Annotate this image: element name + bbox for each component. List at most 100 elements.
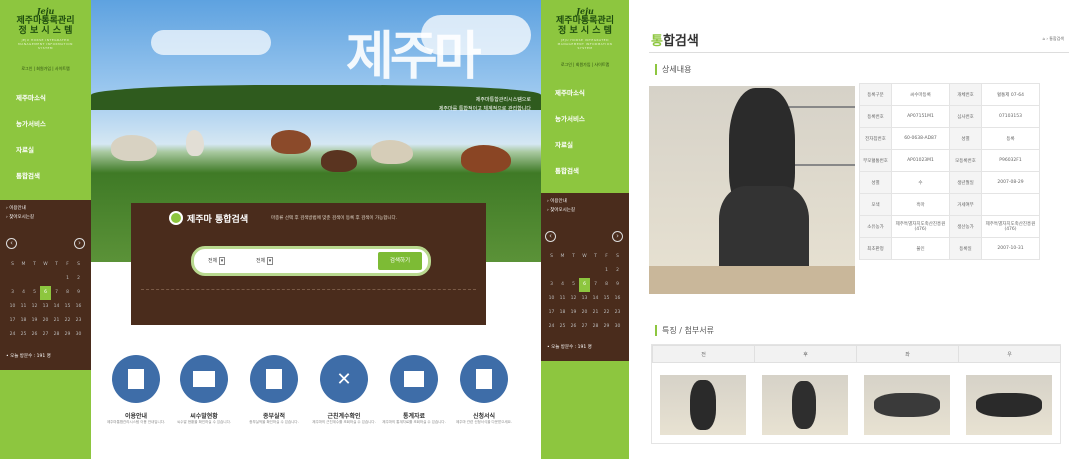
horse-photo-left[interactable] <box>864 375 950 435</box>
calendar-day[interactable]: 11 <box>557 292 568 306</box>
sitemap-link[interactable]: 사이트맵 <box>594 62 609 67</box>
notice-item-directions[interactable]: › 찾아오시는길 <box>541 206 629 215</box>
menu-integrated-search[interactable]: 통합검색 <box>8 163 86 189</box>
calendar-day[interactable]: 16 <box>612 292 623 306</box>
calendar-day[interactable]: 10 <box>546 292 557 306</box>
calendar-day[interactable]: 13 <box>579 292 590 306</box>
menu-farm-service[interactable]: 농가서비스 <box>547 106 625 132</box>
horse-photo-back[interactable] <box>762 375 848 435</box>
calendar-day[interactable]: 16 <box>73 300 84 314</box>
calendar-day[interactable]: 5 <box>568 278 579 292</box>
calendar-day[interactable]: 3 <box>7 286 18 300</box>
menu-jeju-news[interactable]: 제주마소식 <box>8 85 86 111</box>
calendar-day[interactable]: 1 <box>62 272 73 286</box>
calendar-day[interactable]: 12 <box>29 300 40 314</box>
logo[interactable]: Jeju 제주마통록관리 정 보 시 스 템 JEJU HORSE INTEGR… <box>541 6 629 50</box>
calendar-day[interactable]: 30 <box>612 320 623 334</box>
calendar-day[interactable]: 21 <box>590 306 601 320</box>
calendar-day[interactable]: 4 <box>18 286 29 300</box>
calendar-day[interactable]: 14 <box>590 292 601 306</box>
service-inbreeding-check[interactable]: ✕ 근친계수확인 제주마의 근친계수를 조회하실 수 있습니다. <box>312 355 376 425</box>
search-type-select[interactable]: 전체 ▾ <box>256 257 274 265</box>
calendar-day[interactable]: 1 <box>601 264 612 278</box>
calendar-day[interactable]: 21 <box>51 314 62 328</box>
calendar-day[interactable]: 26 <box>568 320 579 334</box>
service-guide[interactable]: 이용안내 제주마통합관리시스템 이용 안내입니다. <box>104 355 168 425</box>
service-breeding-record[interactable]: 종부실적 종부실적을 확인하실 수 있습니다. <box>242 355 306 425</box>
calendar-day[interactable]: 23 <box>73 314 84 328</box>
calendar-day[interactable]: 17 <box>546 306 557 320</box>
calendar-day[interactable]: 7 <box>51 286 62 300</box>
calendar-day[interactable]: 4 <box>557 278 568 292</box>
calendar-day[interactable]: 6 <box>579 278 590 292</box>
login-link[interactable]: 로그인 <box>21 66 32 71</box>
calendar-day[interactable]: 30 <box>73 328 84 342</box>
calendar-next-button[interactable]: › <box>612 231 623 242</box>
calendar-day[interactable]: 18 <box>557 306 568 320</box>
calendar-day[interactable]: 29 <box>601 320 612 334</box>
calendar-day[interactable]: 10 <box>7 300 18 314</box>
search-input[interactable] <box>304 255 374 267</box>
notice-item-guide[interactable]: › 이용안내 <box>0 204 91 213</box>
calendar-day[interactable]: 24 <box>546 320 557 334</box>
calendar-day[interactable]: 3 <box>546 278 557 292</box>
calendar-day[interactable]: 28 <box>51 328 62 342</box>
calendar-day[interactable]: 8 <box>62 286 73 300</box>
breadcrumb-current[interactable]: 통합검색 <box>1049 36 1064 41</box>
calendar-day[interactable]: 9 <box>612 278 623 292</box>
join-link[interactable]: 회원가입 <box>576 62 591 67</box>
sitemap-link[interactable]: 사이트맵 <box>55 66 70 71</box>
calendar-day[interactable]: 25 <box>557 320 568 334</box>
calendar-day[interactable]: 6 <box>40 286 51 300</box>
calendar-day[interactable]: 24 <box>7 328 18 342</box>
calendar-day[interactable]: 28 <box>590 320 601 334</box>
calendar-day[interactable]: 2 <box>612 264 623 278</box>
calendar-day[interactable]: 20 <box>579 306 590 320</box>
search-category-select[interactable]: 전체 ▾ <box>208 257 226 265</box>
calendar-prev-button[interactable]: ‹ <box>545 231 556 242</box>
calendar-day[interactable]: 14 <box>51 300 62 314</box>
service-stallion-status[interactable]: 씨수말현황 씨수말 현황을 확인하실 수 있습니다. <box>172 355 236 425</box>
service-statistics[interactable]: 통계자료 제주마의 통계자료를 조회하실 수 있습니다. <box>382 355 446 425</box>
calendar-day[interactable]: 12 <box>568 292 579 306</box>
calendar-day[interactable]: 22 <box>601 306 612 320</box>
calendar-day[interactable]: 13 <box>40 300 51 314</box>
calendar-day[interactable]: 17 <box>7 314 18 328</box>
menu-library[interactable]: 자료실 <box>547 132 625 158</box>
calendar-day[interactable]: 19 <box>568 306 579 320</box>
calendar-day[interactable]: 7 <box>590 278 601 292</box>
calendar-day[interactable]: 11 <box>18 300 29 314</box>
calendar-day[interactable]: 2 <box>73 272 84 286</box>
calendar-day[interactable]: 19 <box>29 314 40 328</box>
notice-item-directions[interactable]: › 찾아오시는길 <box>0 213 91 222</box>
login-link[interactable]: 로그인 <box>561 62 572 67</box>
menu-integrated-search[interactable]: 통합검색 <box>547 158 625 184</box>
calendar-day[interactable]: 23 <box>612 306 623 320</box>
menu-jeju-news[interactable]: 제주마소식 <box>547 80 625 106</box>
search-button[interactable]: 검색하기 <box>378 252 422 270</box>
horse-photo-right[interactable] <box>966 375 1052 435</box>
calendar-day[interactable]: 18 <box>18 314 29 328</box>
horse-photo-front[interactable] <box>660 375 746 435</box>
join-link[interactable]: 회원가입 <box>36 66 51 71</box>
calendar-prev-button[interactable]: ‹ <box>6 238 17 249</box>
calendar-day[interactable]: 25 <box>18 328 29 342</box>
calendar-day[interactable]: 15 <box>601 292 612 306</box>
calendar-day[interactable]: 20 <box>40 314 51 328</box>
logo[interactable]: Jeju 제주마통록관리 정 보 시 스 템 JEJU HORSE INTEGR… <box>0 6 91 50</box>
calendar-day[interactable]: 8 <box>601 278 612 292</box>
calendar-day[interactable]: 27 <box>40 328 51 342</box>
menu-farm-service[interactable]: 농가서비스 <box>8 111 86 137</box>
calendar-day[interactable]: 9 <box>73 286 84 300</box>
calendar-day[interactable]: 22 <box>62 314 73 328</box>
home-icon[interactable]: ⌂ <box>1043 36 1046 41</box>
menu-library[interactable]: 자료실 <box>8 137 86 163</box>
notice-item-guide[interactable]: › 이용안내 <box>541 197 629 206</box>
service-forms[interactable]: 신청서식 제주마 관련 신청서식을 다운받으세요. <box>452 355 516 425</box>
calendar-day[interactable]: 26 <box>29 328 40 342</box>
calendar-next-button[interactable]: › <box>74 238 85 249</box>
calendar-day[interactable]: 29 <box>62 328 73 342</box>
calendar-day[interactable]: 5 <box>29 286 40 300</box>
calendar-day[interactable]: 27 <box>579 320 590 334</box>
calendar-day[interactable]: 15 <box>62 300 73 314</box>
